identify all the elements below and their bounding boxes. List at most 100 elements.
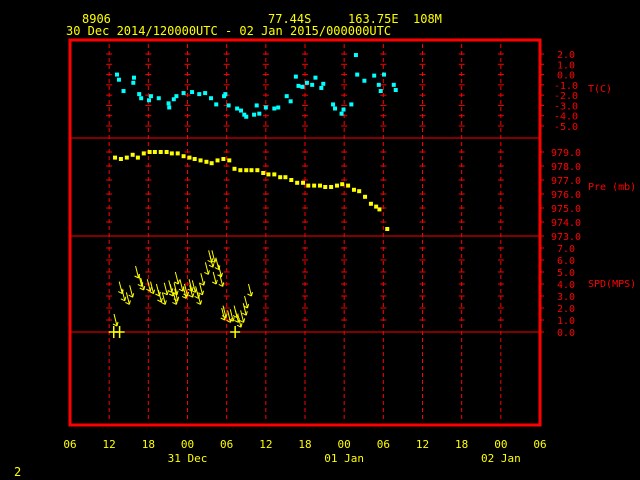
wind-tick-label: 7.0 (557, 244, 575, 255)
wind-arrowhead (240, 323, 243, 328)
pressure-point (158, 150, 163, 154)
pressure-point (232, 166, 237, 171)
wind-arrowhead (202, 290, 204, 295)
pressure-point (175, 151, 180, 156)
x-tick-label: 06 (220, 438, 233, 451)
pressure-point (141, 151, 146, 156)
temperature-point (223, 92, 228, 97)
pressure-point (113, 155, 118, 160)
x-tick-label: 12 (103, 438, 116, 451)
pressure-point (312, 183, 317, 188)
pressure-point (198, 158, 203, 163)
temperature-point (304, 80, 309, 85)
temperature-point (381, 72, 386, 77)
pressure-point (227, 158, 232, 163)
pressure-point (118, 157, 123, 161)
pressure-point (377, 207, 382, 212)
temperature-point (167, 105, 172, 110)
temperature-point (310, 82, 315, 87)
wind-arrowhead (177, 279, 180, 285)
pressure-point (340, 182, 345, 187)
pressure-tick-label: 973.0 (551, 232, 581, 243)
pressure-point (289, 178, 294, 182)
pressure-tick-label: 974.0 (551, 218, 581, 229)
pressure-tick-label: 976.0 (551, 190, 581, 201)
pressure-point (272, 172, 277, 177)
wind-arrowhead (128, 300, 131, 305)
temperature-point (339, 111, 344, 116)
pressure-point (266, 172, 271, 177)
temperature-point (148, 94, 153, 99)
wind-arrowhead (164, 300, 167, 305)
temperature-point (355, 72, 360, 77)
temperature-point (146, 98, 151, 103)
temperature-point (166, 101, 171, 106)
temperature-point (362, 78, 367, 83)
wind-arrowhead (192, 293, 195, 298)
wind-arrowhead (160, 297, 163, 303)
temperature-point (131, 75, 136, 80)
pressure-point (351, 187, 356, 192)
temperature-point (296, 83, 301, 88)
pressure-point (147, 150, 152, 154)
temperature-point (288, 99, 293, 104)
pressure-point (363, 194, 368, 199)
wind-tick-label: 4.0 (557, 280, 575, 291)
pressure-point (357, 189, 362, 194)
temperature-point (239, 108, 244, 113)
pressure-point (238, 168, 243, 173)
wind-label: SPD(MPS) (588, 279, 636, 290)
pressure-point (164, 150, 169, 154)
temperature-point (252, 112, 257, 117)
pressure-point (181, 154, 186, 159)
temperature-point (263, 105, 268, 110)
x-date-label: 31 Dec (168, 452, 208, 465)
temperature-point (313, 75, 318, 80)
x-date-label: 01 Jan (324, 452, 364, 465)
pressure-point (306, 183, 311, 188)
x-tick-label: 18 (455, 438, 468, 451)
pressure-point (261, 171, 266, 175)
pressure-point (346, 183, 351, 188)
wind-arrowhead (247, 303, 250, 309)
temperature-point (115, 72, 119, 77)
pressure-point (169, 151, 174, 156)
pressure-point (318, 183, 323, 188)
wind-arrowhead (215, 279, 218, 285)
pressure-point (209, 161, 214, 166)
pressure-point (329, 185, 334, 189)
pressure-point (130, 152, 135, 157)
wind-arrowhead (222, 282, 225, 287)
x-tick-label: 18 (298, 438, 311, 451)
meteogram-chart: 2.01.00.0-1.0-2.0-3.0-4.0-5.0T(C)979.097… (63, 38, 636, 465)
temperature-point (139, 96, 144, 101)
pressure-point (124, 155, 129, 160)
temperature-point (156, 96, 161, 101)
temperature-point (131, 80, 136, 85)
x-tick-label: 06 (377, 438, 390, 451)
x-tick-label: 06 (533, 438, 546, 451)
x-tick-label: 12 (259, 438, 272, 451)
wind-arrowhead (116, 321, 119, 327)
pressure-tick-label: 977.0 (551, 176, 581, 187)
wind-arrowhead (232, 317, 235, 322)
temperature-point (181, 91, 186, 96)
pressure-point (187, 155, 192, 160)
temperature-point (376, 82, 381, 87)
pressure-point (334, 183, 339, 188)
pressure-point (323, 185, 328, 189)
pressure-point (278, 175, 283, 180)
temperature-point (257, 111, 262, 116)
x-tick-label: 18 (142, 438, 155, 451)
x-tick-label: 06 (63, 438, 76, 451)
pressure-point (152, 150, 157, 154)
pressure-point (215, 158, 220, 163)
temperature-point (244, 114, 249, 119)
temperature-point (300, 84, 305, 89)
temperature-point (276, 105, 281, 110)
wind-tick-label: 0.0 (557, 328, 575, 339)
x-tick-label: 12 (416, 438, 429, 451)
temperature-point (393, 88, 398, 92)
pressure-tick-label: 978.0 (551, 162, 581, 173)
temperature-point (121, 89, 126, 94)
